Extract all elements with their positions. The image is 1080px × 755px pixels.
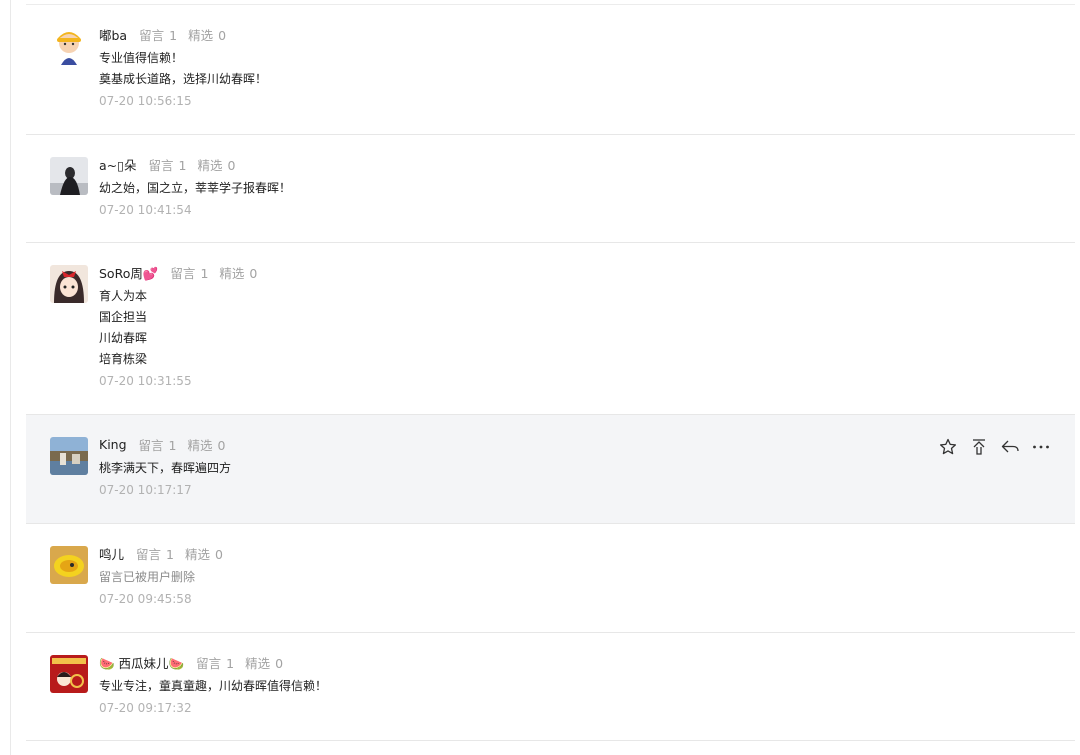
comment-item: SoRo周💕 留言 1 精选 0 育人为本 国企担当 川幼春晖 培育栋梁 07-20…: [26, 243, 1075, 415]
comment-line: 专业值得信赖！: [99, 51, 184, 65]
comment-body: 幼之始，国之立，莘莘学子报春晖！: [99, 178, 1075, 199]
reply-count: 留言 1: [170, 265, 209, 281]
avatar[interactable]: [50, 265, 88, 303]
timestamp: 07-20 10:17:17: [99, 483, 192, 497]
timestamp: 07-20 10:41:54: [99, 203, 192, 217]
featured-count: 精选 0: [197, 157, 236, 173]
timestamp: 07-20 10:56:15: [99, 94, 192, 108]
avatar[interactable]: [50, 546, 88, 584]
left-border: [10, 0, 11, 755]
comment-item: King 留言 1 精选 0 桃李满天下，春晖遍四方 07-20 10:17:17: [26, 415, 1075, 524]
nickname[interactable]: 嘟ba: [99, 25, 127, 44]
reply-count: 留言 1: [139, 27, 178, 43]
reply-count: 留言 1: [136, 546, 174, 562]
comment-line: 留言已被用户删除: [99, 570, 196, 584]
comment-line: 国企担当: [99, 310, 148, 324]
timestamp: 07-20 09:17:32: [99, 701, 192, 715]
avatar[interactable]: [50, 655, 88, 693]
star-icon: [939, 438, 957, 455]
comment-actions: [927, 437, 1051, 457]
comment-body: 专业值得信赖！ 奠基成长道路，选择川幼春晖！: [99, 48, 1075, 90]
avatar[interactable]: [50, 157, 88, 195]
avatar[interactable]: [50, 27, 88, 65]
nickname[interactable]: 🍉 西瓜妹儿🍉: [99, 653, 184, 672]
comment-item: 鸣儿 留言 1 精选 0 留言已被用户删除 07-20 09:45:58: [26, 524, 1075, 633]
more-button[interactable]: [1031, 437, 1051, 457]
reply-count: 留言 1: [138, 437, 177, 453]
nickname[interactable]: 鸣儿: [99, 544, 124, 563]
comment-body: 专业专注，童真童趣，川幼春晖值得信赖！: [99, 676, 1075, 697]
pin-to-top-button[interactable]: [969, 437, 989, 457]
nickname[interactable]: a~▯朵: [99, 155, 137, 174]
comment-list: 嘟ba 留言 1 精选 0 专业值得信赖！ 奠基成长道路，选择川幼春晖！ 07-20…: [26, 4, 1075, 741]
comment-body: 育人为本 国企担当 川幼春晖 培育栋梁: [99, 286, 1075, 370]
featured-count: 精选 0: [188, 27, 227, 43]
comment-line: 幼之始，国之立，莘莘学子报春晖！: [99, 181, 292, 195]
featured-count: 精选 0: [187, 437, 226, 453]
comment-body: 留言已被用户删除: [99, 567, 1075, 588]
comment-item: 🍉 西瓜妹儿🍉 留言 1 精选 0 专业专注，童真童趣，川幼春晖值得信赖！ 07-2…: [26, 633, 1075, 741]
more-icon: [1033, 445, 1049, 449]
comment-item: 嘟ba 留言 1 精选 0 专业值得信赖！ 奠基成长道路，选择川幼春晖！ 07-20…: [26, 5, 1075, 135]
comment-line: 奠基成长道路，选择川幼春晖！: [99, 72, 268, 86]
star-button[interactable]: [938, 437, 958, 457]
comment-line: 川幼春晖: [99, 331, 148, 345]
nickname[interactable]: SoRo周💕: [99, 263, 158, 282]
comment-item: a~▯朵 留言 1 精选 0 幼之始，国之立，莘莘学子报春晖！ 07-20 10:4…: [26, 135, 1075, 243]
reply-icon: [1001, 440, 1019, 453]
comment-body: 桃李满天下，春晖遍四方: [99, 458, 1075, 479]
nickname[interactable]: King: [99, 437, 127, 452]
reply-count: 留言 1: [196, 655, 235, 671]
comment-line: 专业专注，童真童趣，川幼春晖值得信赖！: [99, 679, 328, 693]
featured-count: 精选 0: [184, 546, 223, 562]
comment-line: 育人为本: [99, 289, 148, 303]
comment-line: 桃李满天下，春晖遍四方: [99, 461, 232, 475]
comment-line: 培育栋梁: [99, 352, 148, 366]
pin-to-top-icon: [973, 439, 985, 455]
featured-count: 精选 0: [219, 265, 258, 281]
timestamp: 07-20 10:31:55: [99, 374, 192, 388]
reply-count: 留言 1: [148, 157, 187, 173]
timestamp: 07-20 09:45:58: [99, 592, 192, 606]
reply-button[interactable]: [1000, 437, 1020, 457]
featured-count: 精选 0: [245, 655, 284, 671]
avatar[interactable]: [50, 437, 88, 475]
